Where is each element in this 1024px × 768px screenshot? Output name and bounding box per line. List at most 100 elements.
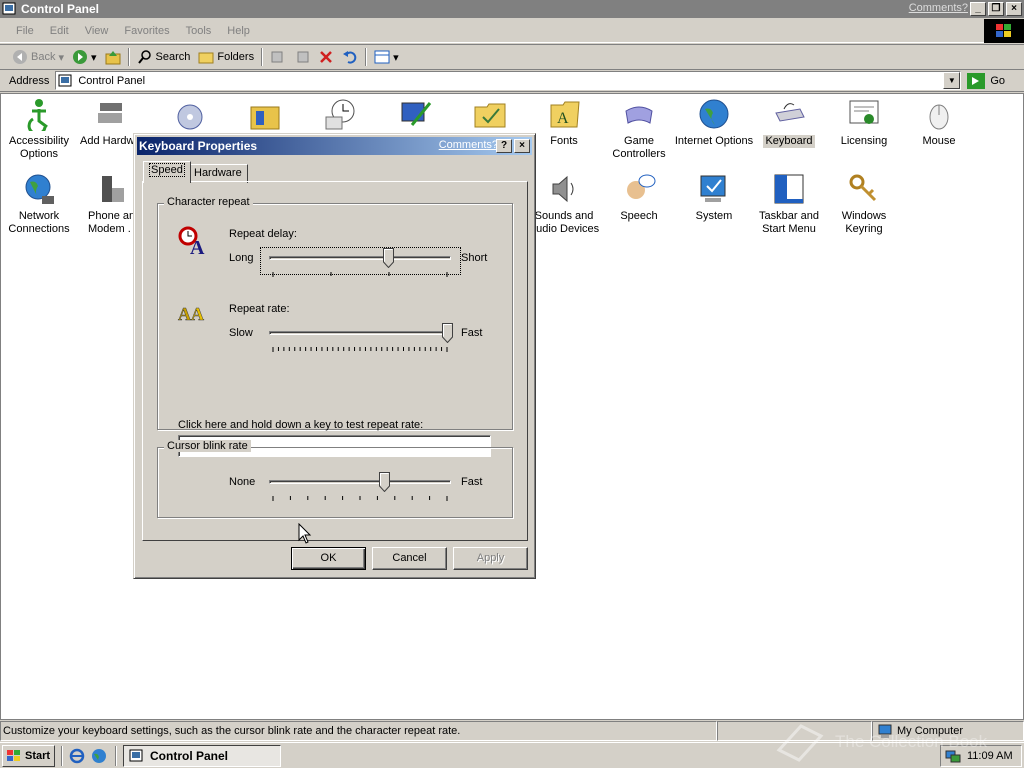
item-speech[interactable]: Speech (599, 172, 679, 223)
slider-thumb[interactable] (379, 472, 391, 492)
blink-fast-label: Fast (461, 476, 483, 488)
menu-file[interactable]: File (8, 25, 42, 37)
control-panel-icon (58, 74, 72, 86)
tab-speed-label: Speed (149, 163, 185, 177)
address-label: Address (9, 74, 50, 87)
item-label: Keyboard (763, 135, 815, 148)
delete-icon (320, 51, 332, 63)
menu-view[interactable]: View (77, 25, 117, 37)
rate-fast-label: Fast (461, 327, 483, 339)
restore-button[interactable]: ❐ (988, 2, 1004, 16)
my-computer-icon (878, 724, 892, 738)
system-icon (700, 175, 726, 202)
minimize-button[interactable]: _ (970, 2, 986, 16)
slider-thumb[interactable] (442, 323, 453, 343)
toolbar-separator (127, 48, 130, 66)
keyboard-icon (775, 103, 805, 122)
game-controller-icon (625, 106, 653, 124)
forward-button[interactable]: ▾ (68, 46, 101, 68)
item-licensing[interactable]: Licensing (824, 97, 904, 148)
svg-text:A: A (557, 110, 569, 127)
item-label: Accessibility Options (9, 135, 69, 160)
tab-speed[interactable]: Speed (143, 161, 191, 183)
taskbar-separator (115, 745, 117, 766)
status-panel (717, 721, 872, 741)
cursor-blink-slider[interactable] (267, 472, 453, 502)
undo-button[interactable] (338, 46, 362, 68)
item-internet-options[interactable]: Internet Options (674, 97, 754, 148)
repeat-rate-slider[interactable] (267, 323, 453, 353)
item-taskbar-start-menu[interactable]: Taskbar and Start Menu (749, 172, 829, 236)
item-system[interactable]: System (674, 172, 754, 223)
window-titlebar[interactable]: Control Panel Comments? _ ❐ × (0, 0, 1024, 18)
test-repeat-label: Click here and hold down a key to test r… (178, 419, 424, 431)
slider-ticks (272, 272, 448, 277)
dialog-close-button[interactable]: × (514, 139, 530, 153)
menu-help[interactable]: Help (219, 25, 258, 37)
menu-tools[interactable]: Tools (178, 25, 220, 37)
display-icon (401, 102, 432, 126)
menu-bar: File Edit View Favorites Tools Help (0, 19, 1024, 43)
item-label: Fonts (550, 135, 578, 147)
status-text: Customize your keyboard settings, such a… (0, 721, 717, 741)
repeat-delay-slider[interactable] (267, 248, 453, 278)
delete-button[interactable] (314, 46, 338, 68)
views-button[interactable]: ▾ (370, 46, 403, 68)
system-tray: 11:09 AM (940, 745, 1022, 767)
item-label: Taskbar and Start Menu (759, 210, 819, 235)
keyring-icon (849, 174, 877, 202)
search-button[interactable]: Search (133, 46, 195, 68)
copy-to-button[interactable] (290, 46, 314, 68)
speech-icon (627, 174, 656, 199)
views-icon (374, 50, 390, 64)
taskbar-control-panel-button[interactable]: Control Panel (123, 744, 281, 767)
back-button[interactable]: Back ▾ (8, 46, 68, 68)
network-tray-icon[interactable] (945, 748, 961, 764)
menu-edit[interactable]: Edit (42, 25, 77, 37)
up-folder-icon (105, 51, 121, 65)
item-keyboard[interactable]: Keyboard (749, 97, 829, 148)
item-sounds[interactable]: Sounds and Audio Devices (524, 172, 604, 236)
ie-icon[interactable] (69, 748, 85, 764)
item-mouse[interactable]: Mouse (899, 97, 979, 148)
item-network-connections[interactable]: Network Connections (0, 172, 79, 236)
dialog-comments-link[interactable]: Comments? (439, 139, 498, 151)
cancel-button[interactable]: Cancel (372, 547, 447, 570)
globe-icon (699, 99, 729, 129)
address-dropdown-button[interactable]: ▼ (943, 72, 961, 89)
slider-ticks (272, 347, 448, 352)
folders-button[interactable]: Folders (194, 46, 258, 68)
windows-logo-icon (984, 19, 1024, 43)
start-button[interactable]: Start (2, 744, 55, 767)
network-icon (25, 174, 54, 204)
apply-button[interactable]: Apply (453, 547, 528, 570)
menu-favorites[interactable]: Favorites (116, 25, 177, 37)
go-button[interactable]: Go (967, 72, 1005, 89)
up-folder-button[interactable] (101, 46, 125, 68)
dialog-titlebar[interactable]: Keyboard Properties Comments? ? × (137, 137, 532, 155)
item-label: Licensing (840, 135, 888, 147)
item-game-controllers[interactable]: Game Controllers (599, 97, 679, 161)
ok-button[interactable]: OK (291, 547, 366, 570)
back-label: Back (31, 51, 56, 63)
item-label: Speech (620, 210, 658, 222)
clock[interactable]: 11:09 AM (967, 750, 1013, 762)
slider-thumb[interactable] (382, 248, 394, 268)
repeat-rate-label: Repeat rate: (229, 303, 290, 315)
item-windows-keyring[interactable]: Windows Keyring (824, 172, 904, 236)
comments-link[interactable]: Comments? (909, 2, 968, 14)
repeat-delay-label: Repeat delay: (229, 228, 297, 240)
item-fonts[interactable]: A Fonts (524, 97, 604, 148)
address-input[interactable]: Control Panel ▼ (55, 71, 962, 90)
address-value: Control Panel (78, 74, 146, 87)
move-to-button[interactable] (266, 46, 290, 68)
status-bar: Customize your keyboard settings, such a… (0, 721, 1024, 741)
rate-slow-label: Slow (229, 327, 253, 339)
globe-quicklaunch-icon[interactable] (91, 748, 107, 764)
add-remove-programs-icon (177, 104, 203, 130)
item-accessibility[interactable]: Accessibility Options (0, 97, 79, 161)
repeat-delay-icon: A (178, 226, 205, 256)
close-button[interactable]: × (1006, 2, 1022, 16)
help-button[interactable]: ? (496, 139, 512, 153)
status-zone: My Computer (872, 721, 1024, 741)
